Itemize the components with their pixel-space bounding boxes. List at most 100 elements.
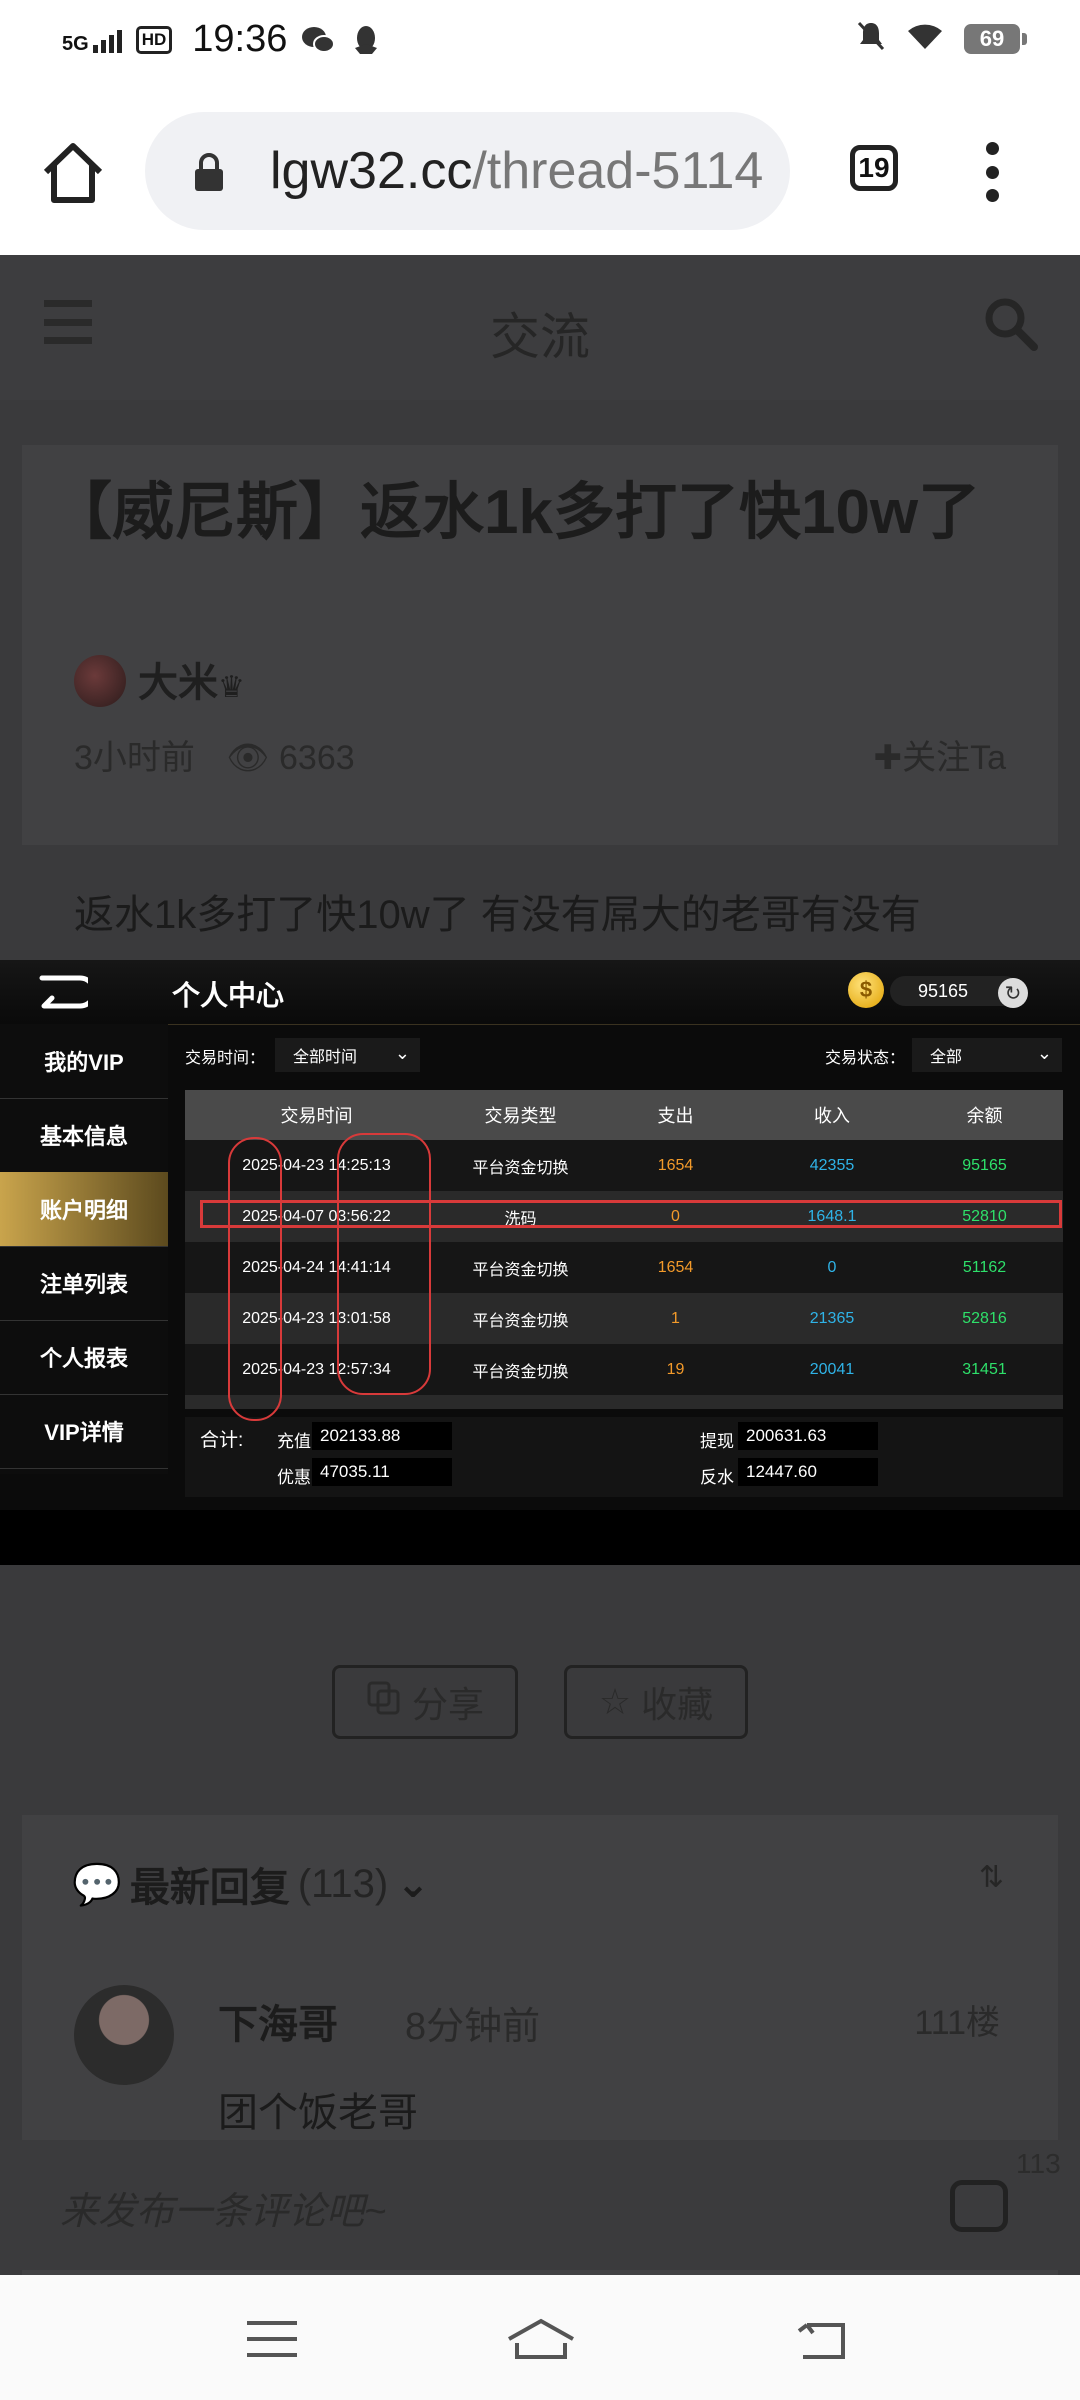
recharge-label: 充值	[277, 1432, 311, 1451]
status-bar: 5G HD 19:36 69	[0, 0, 1080, 90]
clock: 19:36	[192, 18, 288, 60]
url-host: lgw32.cc	[270, 142, 473, 200]
system-nav-bar	[0, 2275, 1080, 2400]
cell-income: 0	[827, 1258, 837, 1276]
url-text: lgw32.cc/thread-5114	[270, 141, 763, 201]
side-item-basic-info: 基本信息	[0, 1098, 168, 1173]
column-header: 收入	[814, 1106, 850, 1126]
reply-time: 8分钟前	[405, 2006, 541, 2048]
filter-status-value: 全部	[930, 1049, 963, 1066]
signal-indicator: 5G	[62, 27, 122, 54]
view-count: 6363	[279, 739, 355, 777]
filter-time-label: 交易时间：	[185, 1050, 266, 1067]
back-arrow-icon	[36, 974, 97, 1010]
cell-expense: 1654	[657, 1258, 694, 1276]
tab-switcher-button[interactable]: 19	[850, 145, 898, 191]
forum-section-title: 交流	[490, 309, 590, 365]
cell-balance: 51162	[962, 1258, 1007, 1276]
cell-income: 21365	[809, 1309, 855, 1327]
forum-header: 交流	[0, 255, 1080, 400]
column-header: 交易类型	[484, 1106, 557, 1126]
filter-status-label: 交易状态：	[825, 1050, 906, 1067]
cell-type: 平台资金切换	[472, 1312, 569, 1330]
cell-balance: 31451	[962, 1360, 1007, 1378]
browser-toolbar: lgw32.cc/thread-5114 19	[0, 90, 1080, 255]
copy-icon	[366, 1680, 402, 1725]
side-item-vip: 我的VIP	[0, 1024, 168, 1099]
more-menu-icon[interactable]	[982, 142, 1002, 202]
follow-button[interactable]: ✚关注Ta	[874, 730, 1006, 779]
game-header: 个人中心 $ 95165 ↻	[0, 960, 1080, 1025]
filter-time-value: 全部时间	[293, 1049, 358, 1066]
sort-icon[interactable]: ⇅	[979, 1860, 1004, 1895]
reply-avatar[interactable]	[74, 1985, 174, 2085]
lock-icon	[193, 152, 225, 192]
transaction-table: 交易时间 交易类型 支出 收入 余额 2025-04-23 14:25:13 平…	[185, 1090, 1063, 1409]
wechat-icon	[301, 23, 336, 57]
home-nav-icon[interactable]	[505, 2317, 577, 2361]
filter-time-dropdown: 全部时间 ⌄	[275, 1038, 420, 1072]
hd-badge: HD	[135, 25, 173, 54]
share-button[interactable]: 分享	[332, 1665, 518, 1739]
battery-icon: 69	[964, 23, 1027, 54]
table-row: 2025-04-23 12:57:34 平台资金切换 19 20041 3145…	[185, 1344, 1063, 1395]
filter-status-dropdown: 全部 ⌄	[912, 1038, 1062, 1072]
post-time: 3小时前	[74, 739, 195, 777]
author-avatar[interactable]	[74, 655, 126, 707]
cell-type: 平台资金切换	[472, 1363, 569, 1381]
cell-income: 42355	[809, 1156, 855, 1174]
url-path: /thread-5114	[472, 142, 764, 200]
plus-icon: ✚	[873, 739, 903, 777]
side-item-report: 个人报表	[0, 1320, 168, 1395]
column-header: 余额	[966, 1106, 1003, 1126]
comments-icon[interactable]	[950, 2180, 1008, 2232]
bonus-value: 47035.11	[312, 1458, 452, 1486]
reply-text: 团个饭老哥	[218, 2091, 418, 2135]
totals-panel: 合计: 充值 202133.88 优惠 47035.11 提现 200631.6…	[185, 1417, 1063, 1497]
embedded-screenshot[interactable]: 个人中心 $ 95165 ↻ 我的VIP 基本信息 账户明细 注单列表 个人报表…	[0, 960, 1080, 1510]
cell-balance: 95165	[962, 1156, 1007, 1174]
cell-expense: 19	[666, 1360, 685, 1378]
rebate-value: 12447.60	[738, 1458, 878, 1486]
back-nav-icon[interactable]	[793, 2317, 853, 2361]
rank-badge-icon: ♛	[218, 671, 245, 704]
screenshot-bottom-bar	[0, 1510, 1080, 1565]
search-icon[interactable]	[982, 295, 1038, 351]
comment-count: 113	[1016, 2148, 1061, 2179]
home-icon[interactable]	[40, 140, 106, 206]
replies-title: 最新回复	[129, 1866, 290, 1910]
side-item-account-detail: 账户明细	[0, 1172, 168, 1247]
totals-label: 合计:	[200, 1430, 244, 1451]
side-item-bet-list: 注单列表	[0, 1246, 168, 1321]
recent-apps-icon[interactable]	[242, 2317, 302, 2361]
cell-expense: 1654	[657, 1156, 694, 1174]
status-left: 5G HD 19:36	[62, 18, 383, 61]
follow-label: 关注Ta	[902, 739, 1006, 777]
favorite-button[interactable]: ☆ 收藏	[564, 1665, 748, 1739]
wifi-icon	[906, 21, 944, 56]
highlight-oval-date	[228, 1137, 282, 1421]
replies-count: (113)	[297, 1861, 389, 1906]
withdraw-label: 提现	[700, 1432, 734, 1451]
game-page-title: 个人中心	[172, 980, 285, 1011]
reply-floor: 111楼	[914, 2004, 1000, 2042]
address-bar[interactable]: lgw32.cc/thread-5114	[145, 112, 790, 230]
side-item-vip-detail: VIP详情	[0, 1394, 168, 1469]
cell-balance: 52816	[962, 1309, 1007, 1327]
highlight-row-box	[200, 1200, 1062, 1228]
coin-icon: $	[848, 972, 884, 1008]
game-sidebar: 我的VIP 基本信息 账户明细 注单列表 个人报表 VIP详情	[0, 1024, 168, 1474]
table-row: 2025-04-23 13:01:58 平台资金切换 1 21365 52816	[185, 1293, 1063, 1344]
chevron-down-icon: ⌄	[394, 1043, 410, 1063]
reply-author[interactable]: 下海哥	[218, 1992, 338, 2050]
comment-input[interactable]: 来发布一条评论吧~	[60, 2180, 386, 2235]
post-meta: 3小时前 👁 6363	[74, 730, 355, 779]
highlight-oval-time	[337, 1133, 431, 1395]
favorite-label: 收藏	[641, 1684, 714, 1725]
post-title: 【威尼斯】返水1k多打了快10w了	[50, 478, 981, 547]
replies-heading[interactable]: 💬 最新回复 (113) ⌄	[72, 1855, 430, 1913]
share-label: 分享	[411, 1684, 484, 1725]
chevron-down-icon: ⌄	[1036, 1043, 1052, 1063]
author-name[interactable]: 大米	[138, 650, 218, 708]
qq-icon	[349, 23, 383, 57]
